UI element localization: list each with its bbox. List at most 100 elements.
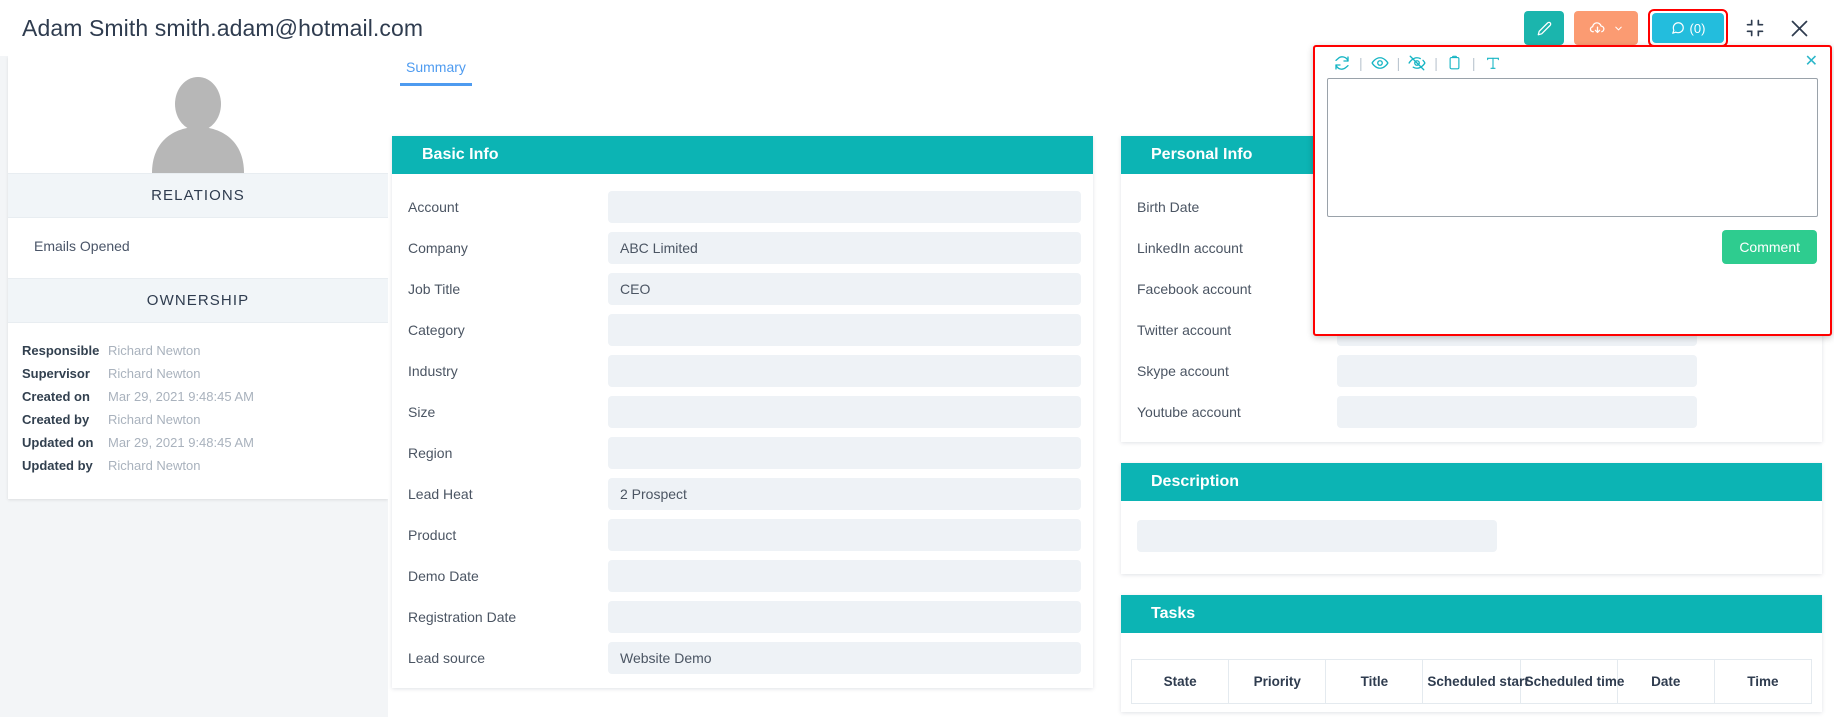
- text-format-button[interactable]: [1478, 50, 1508, 76]
- field-value-lead-source[interactable]: Website Demo: [608, 641, 1081, 674]
- description-title: Description: [1121, 463, 1822, 501]
- show-comments-button[interactable]: [1365, 50, 1395, 76]
- ownership-value: Richard Newton: [108, 412, 201, 427]
- field-row-description: [1121, 515, 1806, 556]
- ownership-section-title: OWNERSHIP: [8, 278, 388, 323]
- toolbar-separator: |: [1434, 54, 1438, 71]
- pencil-icon: [1537, 21, 1552, 36]
- field-value-product[interactable]: [608, 518, 1081, 551]
- basic-info-title: Basic Info: [392, 136, 1093, 174]
- field-label: Category: [408, 321, 465, 338]
- submit-comment-button[interactable]: Comment: [1722, 230, 1817, 264]
- toolbar-separator: |: [1359, 54, 1363, 71]
- field-value-registration-date[interactable]: [608, 600, 1081, 633]
- relation-item-emails-opened[interactable]: Emails Opened: [34, 238, 362, 254]
- refresh-button[interactable]: [1327, 50, 1357, 76]
- clipboard-button[interactable]: [1440, 50, 1470, 76]
- collapse-button[interactable]: [1738, 11, 1772, 45]
- field-value-lead-heat[interactable]: 2 Prospect: [608, 477, 1081, 510]
- ownership-row: Created by Richard Newton: [8, 408, 388, 431]
- comment-panel-close-button[interactable]: ✕: [1799, 50, 1824, 74]
- comment-toggle-button[interactable]: (0): [1652, 13, 1724, 43]
- cloud-download-icon: [1589, 20, 1606, 37]
- user-silhouette-icon: [152, 77, 244, 173]
- field-label: Industry: [408, 362, 458, 379]
- field-label: Youtube account: [1137, 403, 1241, 420]
- field-row-skype: Skype account: [1121, 350, 1822, 391]
- download-button[interactable]: [1574, 11, 1638, 45]
- ownership-value: Richard Newton: [108, 458, 201, 473]
- ownership-row: Created on Mar 29, 2021 9:48:45 AM: [8, 385, 388, 408]
- field-label: Account: [408, 198, 459, 215]
- relations-section-title: RELATIONS: [8, 173, 388, 218]
- field-label: Company: [408, 239, 468, 256]
- field-row-category: Category: [392, 309, 1093, 350]
- field-value-youtube[interactable]: [1337, 395, 1697, 428]
- comment-textarea[interactable]: [1327, 78, 1818, 217]
- tasks-col-priority[interactable]: Priority: [1228, 659, 1327, 704]
- tasks-card: Tasks State Priority Title Scheduled sta…: [1121, 595, 1822, 712]
- field-row-account: Account: [392, 186, 1093, 227]
- ownership-value: Mar 29, 2021 9:48:45 AM: [108, 389, 254, 404]
- close-button[interactable]: [1782, 11, 1816, 45]
- field-label: Demo Date: [408, 567, 479, 584]
- comment-button-highlight: (0): [1648, 9, 1728, 47]
- comment-count-label: (0): [1689, 20, 1706, 36]
- toolbar-separator: |: [1396, 54, 1401, 71]
- field-label: Facebook account: [1137, 280, 1252, 297]
- ownership-label: Supervisor: [22, 366, 90, 381]
- tasks-col-scheduled-time[interactable]: Scheduled time: [1519, 659, 1624, 704]
- ownership-row: Updated on Mar 29, 2021 9:48:45 AM: [8, 431, 388, 454]
- ownership-label: Updated by: [22, 458, 93, 473]
- field-label: Lead source: [408, 649, 486, 666]
- header-actions: (0): [1524, 9, 1816, 47]
- ownership-value: Mar 29, 2021 9:48:45 AM: [108, 435, 254, 450]
- tasks-col-date[interactable]: Date: [1616, 659, 1715, 704]
- field-label: Region: [408, 444, 453, 461]
- ownership-label: Responsible: [22, 343, 100, 358]
- eye-icon: [1371, 54, 1389, 72]
- tasks-col-state[interactable]: State: [1130, 659, 1230, 704]
- field-value-job-title[interactable]: CEO: [608, 272, 1081, 305]
- field-row-registration-date: Registration Date: [392, 596, 1093, 637]
- edit-button[interactable]: [1524, 11, 1564, 45]
- field-value-description[interactable]: [1137, 519, 1497, 552]
- left-sidebar: RELATIONS Emails Opened OWNERSHIP Respon…: [8, 56, 388, 499]
- ownership-label: Created on: [22, 389, 90, 404]
- eye-slash-icon: [1408, 54, 1426, 72]
- field-label: Birth Date: [1137, 198, 1200, 215]
- field-label: Registration Date: [408, 608, 517, 625]
- comment-panel-footer: Comment: [1315, 217, 1830, 264]
- tasks-title: Tasks: [1121, 595, 1822, 633]
- field-row-job-title: Job Title CEO: [392, 268, 1093, 309]
- description-card: Description: [1121, 463, 1822, 574]
- basic-info-body: Account Company ABC Limited Job Title CE…: [392, 174, 1093, 688]
- field-value-account[interactable]: [608, 190, 1081, 223]
- field-value-industry[interactable]: [608, 354, 1081, 387]
- field-value-category[interactable]: [608, 313, 1081, 346]
- field-row-youtube: Youtube account: [1121, 391, 1822, 432]
- tasks-col-title[interactable]: Title: [1325, 659, 1424, 704]
- ownership-label: Created by: [22, 412, 90, 427]
- field-row-product: Product: [392, 514, 1093, 555]
- field-label: Product: [408, 526, 457, 543]
- field-value-demo-date[interactable]: [608, 559, 1081, 592]
- tasks-col-time[interactable]: Time: [1713, 659, 1813, 704]
- field-value-company[interactable]: ABC Limited: [608, 231, 1081, 264]
- field-row-company: Company ABC Limited: [392, 227, 1093, 268]
- close-icon: [1789, 18, 1810, 39]
- field-label: Lead Heat: [408, 485, 473, 502]
- avatar: [8, 56, 388, 173]
- ownership-row: Responsible Richard Newton: [8, 339, 388, 362]
- tasks-col-scheduled-start[interactable]: Scheduled start: [1422, 659, 1529, 704]
- ownership-label: Updated on: [22, 435, 94, 450]
- field-value-region[interactable]: [608, 436, 1081, 469]
- field-row-demo-date: Demo Date: [392, 555, 1093, 596]
- tab-summary[interactable]: Summary: [400, 59, 472, 86]
- field-row-industry: Industry: [392, 350, 1093, 391]
- field-value-skype[interactable]: [1337, 354, 1697, 387]
- description-body: [1121, 501, 1822, 574]
- refresh-icon: [1334, 55, 1350, 71]
- hide-comments-button[interactable]: [1402, 50, 1432, 76]
- field-value-size[interactable]: [608, 395, 1081, 428]
